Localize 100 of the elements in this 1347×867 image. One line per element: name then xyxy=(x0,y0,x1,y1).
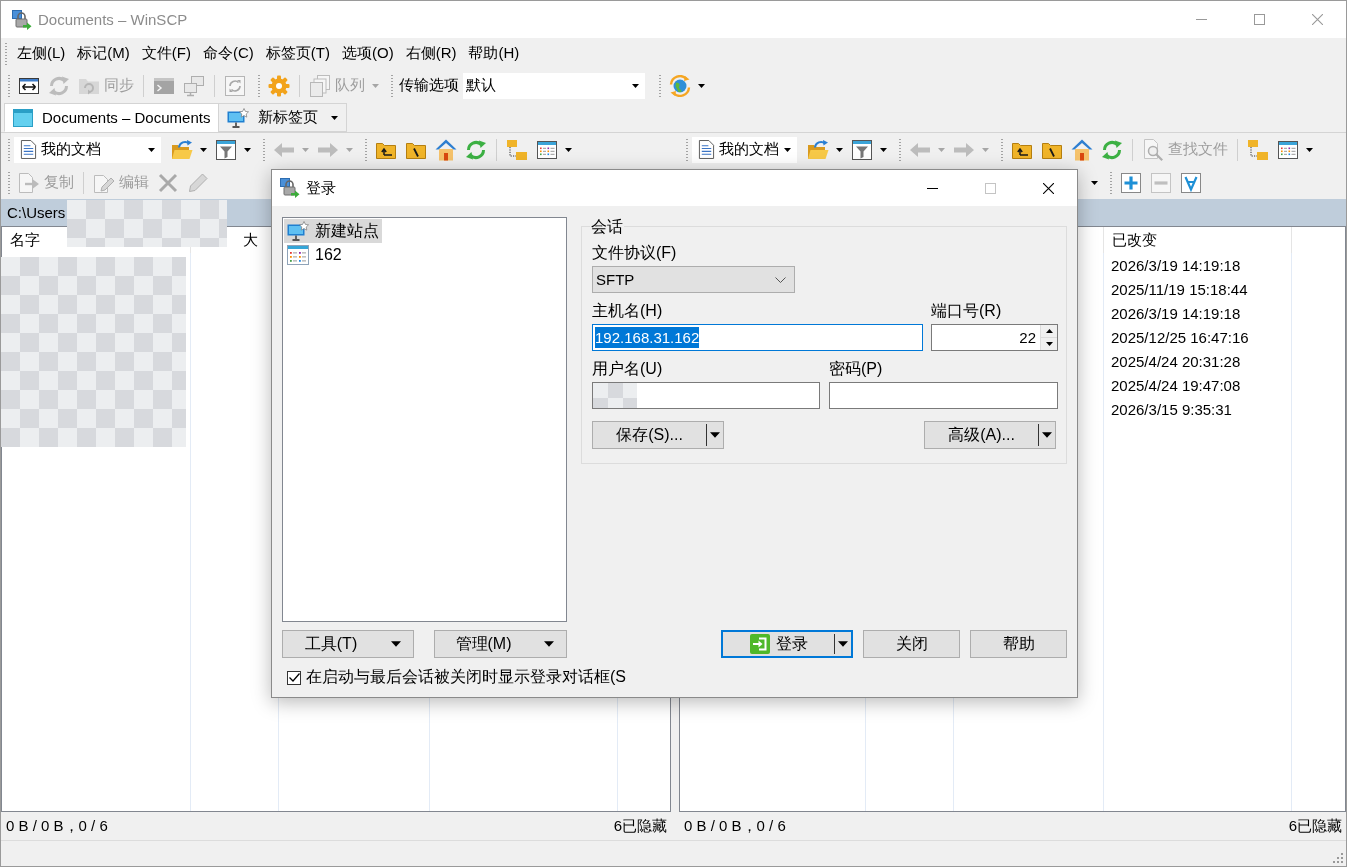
pencil-icon xyxy=(187,171,209,194)
help-button[interactable]: 帮助 xyxy=(970,630,1067,658)
checkbox-label: 在启动与最后会话被关闭时显示登录对话框(S xyxy=(306,667,626,687)
tools-button[interactable]: 工具(T) xyxy=(282,630,414,658)
column-header[interactable]: 名字 xyxy=(10,230,40,250)
menu-item[interactable]: 命令(C) xyxy=(197,41,260,66)
caret-icon xyxy=(148,147,155,152)
chevron-down-icon xyxy=(775,276,786,283)
menu-item[interactable]: 帮助(H) xyxy=(462,41,526,66)
caret-icon xyxy=(710,432,720,438)
caret-icon xyxy=(331,115,339,120)
save-button[interactable]: 保存(S)... xyxy=(592,421,724,449)
date-cell-text: 2026/3/19 14:19:18 xyxy=(1110,304,1241,322)
two-monitors-icon xyxy=(183,74,205,97)
size-grip-icon xyxy=(1333,853,1343,863)
caret-icon xyxy=(244,147,251,152)
table-list-icon xyxy=(287,245,309,265)
username-field[interactable] xyxy=(592,382,820,409)
protocol-select[interactable]: SFTP xyxy=(592,266,795,293)
document-icon xyxy=(20,140,37,159)
framed-arrows-icon xyxy=(224,74,246,97)
menu-item[interactable]: 文件(F) xyxy=(135,41,197,66)
caret-icon xyxy=(302,147,309,152)
close-icon xyxy=(1042,182,1054,194)
field-label: 端口号(R) xyxy=(931,301,1002,321)
location-select[interactable]: 我的文档 xyxy=(692,136,797,163)
app-logo-icon xyxy=(280,178,300,198)
inverted-a-icon xyxy=(1180,171,1202,194)
list-view-icon xyxy=(536,138,558,161)
caret-icon xyxy=(372,83,379,88)
caret-icon xyxy=(836,147,843,152)
preset-select[interactable]: 默认 xyxy=(463,72,645,99)
menu-item[interactable]: 标签页(T) xyxy=(259,41,336,66)
field-label: 密码(P) xyxy=(829,359,883,379)
cross-icon xyxy=(157,171,179,194)
app-logo-icon xyxy=(12,9,32,30)
site-item[interactable]: 新建站点 xyxy=(284,219,382,243)
minus-icon xyxy=(1150,171,1172,194)
port-field[interactable]: 22 xyxy=(931,324,1058,351)
maximize-icon xyxy=(1253,14,1265,25)
caret-icon xyxy=(938,147,945,152)
group-title: 会话 xyxy=(590,218,624,235)
date-cell-text: 2026/3/19 14:19:18 xyxy=(1110,256,1241,274)
caret-icon xyxy=(880,147,887,152)
advanced-button[interactable]: 高级(A)... xyxy=(924,421,1056,449)
date-cell-text: 2025/4/24 19:47:08 xyxy=(1110,376,1241,394)
manage-button[interactable]: 管理(M) xyxy=(434,630,567,658)
funnel-icon xyxy=(215,138,237,161)
password-field[interactable] xyxy=(829,382,1058,409)
selection-status: 0 B / 0 B，0 / 6 xyxy=(6,816,108,836)
menu-item[interactable]: 右侧(R) xyxy=(399,41,463,66)
monitor-star-icon xyxy=(227,107,250,128)
date-cell-text: 2025/12/25 16:47:16 xyxy=(1110,328,1249,346)
selection-status: 0 B / 0 B，0 / 6 xyxy=(684,816,786,836)
tab[interactable]: 新标签页 xyxy=(218,103,348,132)
caret-icon xyxy=(1042,432,1052,438)
menu-item[interactable]: 标记(M) xyxy=(71,41,136,66)
caret-icon xyxy=(698,83,705,88)
menu-item[interactable]: 左侧(L) xyxy=(11,41,72,66)
monitor-star-icon xyxy=(287,221,309,241)
column-header[interactable]: 已改变 xyxy=(1112,230,1157,250)
page-arrow-icon xyxy=(18,171,40,194)
stacked-pages-icon xyxy=(309,74,331,97)
caret-icon xyxy=(838,641,848,647)
folder-tree-icon xyxy=(1247,138,1269,161)
caret-icon xyxy=(1091,180,1098,185)
location-select[interactable]: 我的文档 xyxy=(14,136,161,163)
minimize-icon xyxy=(926,187,938,189)
field-label: 主机名(H) xyxy=(592,301,663,321)
caret-icon xyxy=(565,147,572,152)
path-text: C:\Users xyxy=(7,204,66,221)
minimize-icon xyxy=(1195,19,1207,20)
column-header[interactable]: 大 xyxy=(243,230,258,250)
login-button[interactable]: 登录 xyxy=(721,630,853,658)
caret-icon xyxy=(544,641,554,647)
hidden-files-status: 6已隐藏 xyxy=(613,816,667,836)
funnel-icon xyxy=(851,138,873,161)
close-button[interactable]: 关闭 xyxy=(863,630,960,658)
window-title: Documents – WinSCP xyxy=(38,11,188,28)
hidden-files-status: 6已隐藏 xyxy=(1288,816,1342,836)
menu-item[interactable]: 选项(O) xyxy=(336,41,400,66)
checkbox[interactable] xyxy=(287,670,301,685)
date-cell-text: 2026/3/15 9:35:31 xyxy=(1110,400,1232,418)
circular-arrows-icon xyxy=(1101,138,1123,161)
tab[interactable]: Documents – Documents xyxy=(4,103,220,132)
house-icon xyxy=(435,138,457,161)
checkmark-icon xyxy=(288,673,300,682)
date-cell-text: 2025/11/19 15:18:44 xyxy=(1110,280,1248,298)
host-field[interactable]: 192.168.31.162 xyxy=(592,324,923,351)
toolbar-label: 传输选项 xyxy=(398,76,460,95)
document-icon xyxy=(698,140,715,159)
sync-arrows-icon xyxy=(48,74,70,97)
caret-icon xyxy=(982,147,989,152)
caret-icon xyxy=(1306,147,1313,152)
close-icon xyxy=(1311,14,1323,25)
globe-arrows-icon xyxy=(669,74,691,97)
window-icon xyxy=(13,108,33,127)
magnifier-page-icon xyxy=(1142,138,1164,161)
caret-icon xyxy=(391,641,401,647)
site-item[interactable]: 162 xyxy=(284,243,345,267)
